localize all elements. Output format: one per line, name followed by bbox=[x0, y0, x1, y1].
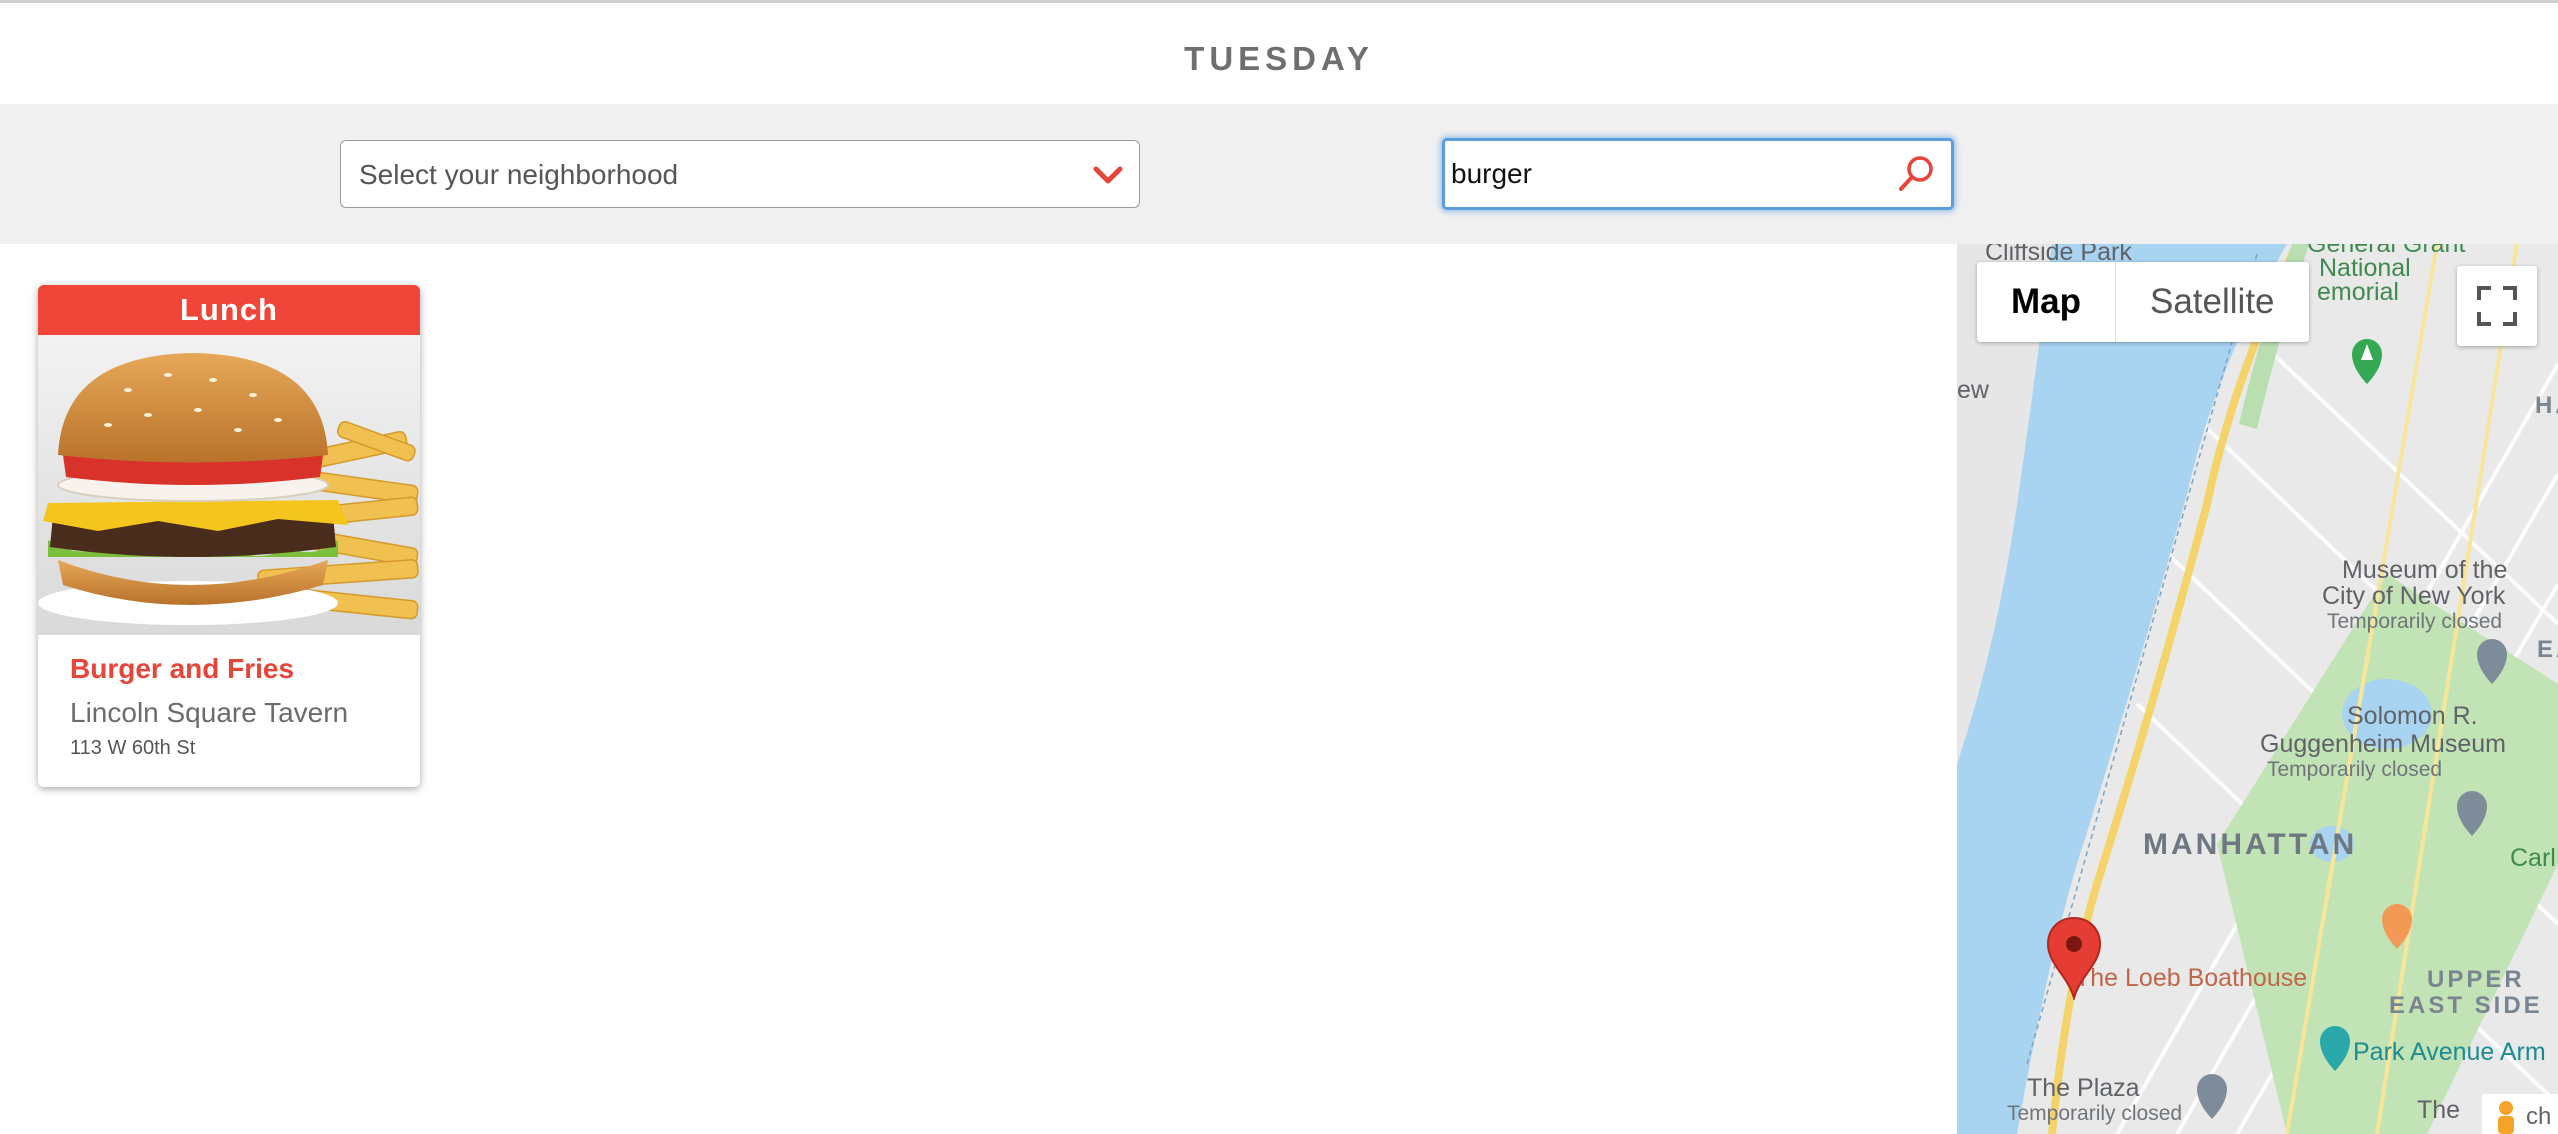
map-label-carl: Carl bbox=[2510, 844, 2556, 872]
map-label-loeb-boathouse[interactable]: The Loeb Boathouse bbox=[2075, 964, 2307, 993]
map-label-upper: UPPER bbox=[2427, 966, 2525, 993]
map-label-general-grant-3: emorial bbox=[2317, 278, 2399, 306]
map-label-guggenheim: Solomon R. bbox=[2347, 702, 2478, 730]
street-view-pegman[interactable]: ch bbox=[2482, 1094, 2558, 1134]
meal-badge: Lunch bbox=[38, 285, 420, 335]
fullscreen-button[interactable] bbox=[2457, 266, 2537, 346]
map-label-museum-city-ny: Museum of the bbox=[2342, 556, 2508, 584]
map-type-satellite-button[interactable]: Satellite bbox=[2116, 262, 2309, 342]
fullscreen-icon bbox=[2477, 286, 2517, 326]
search-icon[interactable] bbox=[1895, 153, 1937, 195]
dish-name[interactable]: Burger and Fries bbox=[70, 653, 294, 685]
chevron-down-icon bbox=[1093, 166, 1123, 184]
day-header: TUESDAY bbox=[0, 3, 2558, 104]
map-label-museum-status: Temporarily closed bbox=[2327, 610, 2503, 633]
map-label-guggenheim-status: Temporarily closed bbox=[2267, 758, 2443, 781]
burger-image bbox=[38, 335, 420, 635]
map-label-the: The bbox=[2417, 1096, 2461, 1124]
page-title: TUESDAY bbox=[1184, 40, 1374, 77]
result-card[interactable]: Lunch Burger and Fries Lincoln Square Ta… bbox=[38, 285, 420, 787]
map-label-ch: ch bbox=[2526, 1103, 2551, 1130]
map-marker-pin-icon[interactable] bbox=[2046, 916, 2102, 1000]
filter-bar: Select your neighborhood bbox=[0, 104, 2558, 244]
map-type-control: Map Satellite bbox=[1977, 262, 2309, 342]
map-label-guggenheim-2: Guggenheim Museum bbox=[2260, 730, 2506, 758]
venue-name: Lincoln Square Tavern bbox=[70, 697, 349, 728]
neighborhood-select-placeholder: Select your neighborhood bbox=[359, 159, 679, 190]
search-box bbox=[1442, 138, 1954, 210]
map-label-museum-city-ny-2: City of New York bbox=[2322, 582, 2506, 610]
map-label-the-plaza: The Plaza bbox=[2027, 1074, 2140, 1102]
map-label-harlem: HARL bbox=[2535, 392, 2558, 419]
map-type-map-button[interactable]: Map bbox=[1977, 262, 2116, 342]
map-label-park-avenue: Park Avenue Arm bbox=[2353, 1038, 2546, 1066]
map-label-ew: ew bbox=[1957, 376, 1989, 404]
map-label-ea: EA bbox=[2537, 636, 2558, 663]
map-label-east-side: EAST SIDE bbox=[2389, 992, 2543, 1019]
search-input[interactable] bbox=[1451, 151, 1871, 197]
map[interactable]: Cliffside Park General Grant National em… bbox=[1957, 244, 2558, 1134]
venue-address: 113 W 60th St bbox=[70, 737, 196, 759]
pegman-icon: ch bbox=[2498, 1101, 2551, 1134]
map-label-plaza-status: Temporarily closed bbox=[2007, 1102, 2183, 1125]
neighborhood-select[interactable]: Select your neighborhood bbox=[340, 140, 1140, 208]
map-label-manhattan: MANHATTAN bbox=[2143, 828, 2358, 861]
